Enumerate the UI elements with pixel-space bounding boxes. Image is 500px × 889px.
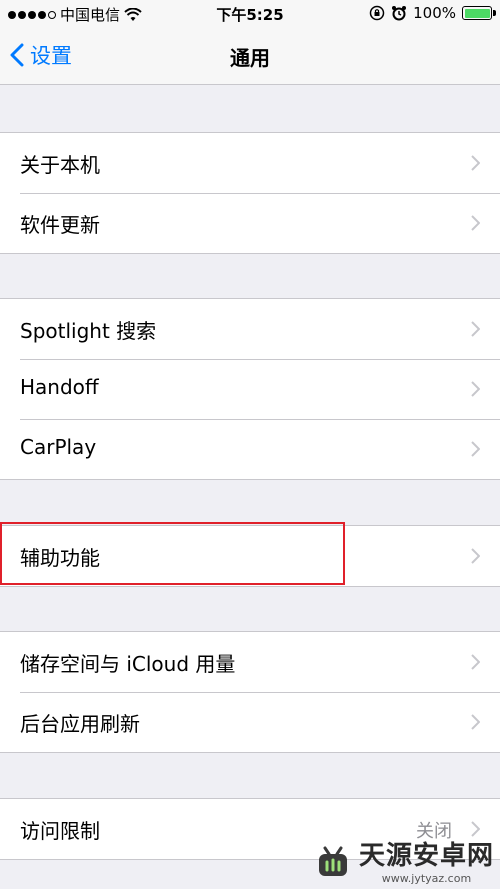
watermark-url: www.jytyaz.com [381, 872, 472, 885]
chevron-right-icon [471, 548, 480, 564]
watermark-name: 天源安卓网 [358, 841, 494, 871]
row-label: 辅助功能 [20, 546, 100, 570]
logo-icon [318, 846, 347, 876]
status-right: 100% [369, 4, 496, 22]
watermark: 天源安卓网 www.jytyaz.com [313, 835, 494, 885]
row-spotlight[interactable]: Spotlight 搜索 [0, 299, 500, 359]
chevron-right-icon [471, 441, 480, 457]
rotation-lock-icon [369, 5, 385, 21]
row-label: Spotlight 搜索 [20, 319, 157, 343]
chevron-right-icon [471, 215, 480, 231]
status-bar: 中国电信 下午5:25 100% [0, 0, 500, 28]
alarm-icon [392, 6, 407, 21]
row-storage-icloud[interactable]: 储存空间与 iCloud 用量 [0, 632, 500, 692]
navigation-bar: 设置 通用 [0, 28, 500, 85]
row-label: 软件更新 [20, 213, 100, 237]
settings-group-about: 关于本机 软件更新 [0, 132, 500, 254]
chevron-right-icon [471, 654, 480, 670]
chevron-right-icon [471, 155, 480, 171]
row-accessibility[interactable]: 辅助功能 [0, 526, 500, 586]
settings-group-storage: 储存空间与 iCloud 用量 后台应用刷新 [0, 631, 500, 753]
row-label: 关于本机 [20, 153, 100, 177]
row-carplay[interactable]: CarPlay [0, 419, 500, 479]
settings-group-accessibility: 辅助功能 [0, 525, 500, 587]
battery-percent: 100% [413, 4, 456, 22]
row-label: Handoff [20, 375, 99, 399]
chevron-right-icon [471, 381, 480, 397]
chevron-right-icon [471, 321, 480, 337]
chevron-right-icon [471, 714, 480, 730]
row-about[interactable]: 关于本机 [0, 133, 500, 193]
row-label: 访问限制 [20, 819, 100, 843]
row-software-update[interactable]: 软件更新 [0, 193, 500, 253]
battery-icon [462, 6, 496, 20]
row-label: 后台应用刷新 [20, 712, 140, 736]
row-label: CarPlay [20, 435, 97, 459]
row-label: 储存空间与 iCloud 用量 [20, 652, 236, 676]
row-handoff[interactable]: Handoff [0, 359, 500, 419]
page-title: 通用 [230, 46, 270, 70]
settings-group-search: Spotlight 搜索 Handoff CarPlay [0, 298, 500, 480]
row-background-refresh[interactable]: 后台应用刷新 [0, 692, 500, 752]
